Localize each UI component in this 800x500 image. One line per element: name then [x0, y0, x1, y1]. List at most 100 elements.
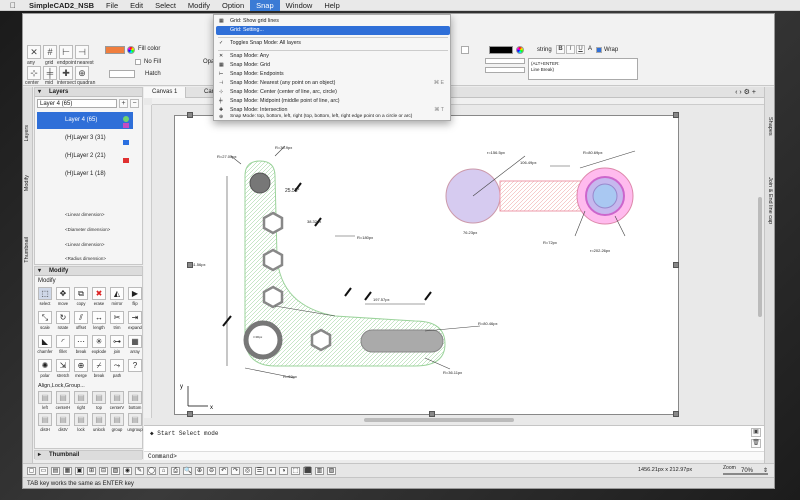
- bottom-tool-icon[interactable]: ⊟: [99, 467, 108, 475]
- tab-modify[interactable]: Modify: [24, 175, 30, 191]
- apple-icon[interactable]: : [0, 0, 23, 11]
- menu-item-snap-grid[interactable]: ▦ Snap Mode: Grid: [216, 61, 450, 70]
- align-centerH-icon[interactable]: ▤: [56, 391, 70, 404]
- layer-sub-item[interactable]: <Linear dimension>: [65, 242, 105, 247]
- resize-handle[interactable]: [187, 112, 193, 118]
- length-tool-icon[interactable]: ↔: [92, 311, 106, 324]
- menu-modify[interactable]: Modify: [182, 0, 216, 11]
- tab-thumbnail[interactable]: Thumbnail: [24, 237, 30, 263]
- resize-handle[interactable]: [187, 411, 193, 417]
- fill-color-swatch[interactable]: [105, 46, 125, 54]
- menu-snap[interactable]: Snap: [250, 0, 280, 11]
- bottom-tool-icon[interactable]: ⌂: [159, 467, 168, 475]
- bottom-tool-icon[interactable]: ▣: [75, 467, 84, 475]
- bottom-tool-icon[interactable]: ⬚: [291, 467, 300, 475]
- select-tool-icon[interactable]: ⬚: [38, 287, 52, 300]
- thumbnail-panel-header[interactable]: ▸ Thumbnail: [35, 451, 142, 460]
- expand-tool-icon[interactable]: ⇥: [128, 311, 142, 324]
- layers-panel-header[interactable]: ▾ Layers: [35, 88, 142, 97]
- add-layer-button[interactable]: +: [119, 99, 128, 108]
- merge-tool-icon[interactable]: ⊕: [74, 359, 88, 372]
- trash-icon[interactable]: 🗑: [751, 439, 761, 448]
- layer-row-3[interactable]: (H)Layer 3 (31): [37, 130, 133, 147]
- bottom-tool-icon[interactable]: ◯: [147, 467, 156, 475]
- menu-item-snap-midpoint[interactable]: ╪ Snap Mode: Midpoint (middle point of li…: [216, 97, 450, 106]
- menu-item-snap-quadrant[interactable]: ⊕ Snap Mode: top, bottom, left, right (to…: [216, 113, 450, 121]
- rotate-tool-icon[interactable]: ↻: [56, 311, 70, 324]
- align-left-icon[interactable]: ▤: [38, 391, 52, 404]
- no-fill-checkbox[interactable]: [135, 59, 141, 65]
- layer-row-2[interactable]: (H)Layer 2 (21): [37, 148, 133, 165]
- resize-handle[interactable]: [673, 411, 679, 417]
- menu-item-grid-setting[interactable]: Grid: Setting...: [216, 26, 450, 35]
- bottom-tool-icon[interactable]: ⊕: [195, 467, 204, 475]
- menu-item-toggle-all-layers[interactable]: ✓ Toggles Snap Mode: All layers: [216, 39, 450, 48]
- bottom-tool-icon[interactable]: ▦: [63, 467, 72, 475]
- join-tool-icon[interactable]: ⊶: [110, 335, 124, 348]
- text-anchor-icon[interactable]: A: [588, 46, 592, 52]
- move-tool-icon[interactable]: ✥: [56, 287, 70, 300]
- bottom-tool-icon[interactable]: ◐: [267, 467, 276, 475]
- align-centerV-icon[interactable]: ▤: [110, 391, 124, 404]
- bottom-tool-icon[interactable]: ✎: [135, 467, 144, 475]
- menu-help[interactable]: Help: [318, 0, 345, 11]
- tab-join-end-line-cap[interactable]: Join & End line cap: [767, 177, 773, 224]
- modify-panel-header[interactable]: ▾ Modify: [35, 267, 142, 276]
- layer-visible-icon[interactable]: [123, 116, 129, 122]
- layer-color-icon[interactable]: [123, 140, 129, 145]
- offset-tool-icon[interactable]: ⫽: [74, 311, 88, 324]
- resize-handle[interactable]: [673, 262, 679, 268]
- tab-layers[interactable]: Layers: [24, 125, 30, 142]
- trim-tool-icon[interactable]: ✂: [110, 311, 124, 324]
- menu-item-snap-nearest[interactable]: ⊣ Snap Mode: Nearest (any point on an obj…: [216, 79, 450, 88]
- erase-tool-icon[interactable]: ✖: [92, 287, 106, 300]
- menu-edit[interactable]: Edit: [124, 0, 149, 11]
- vertical-scrollbar[interactable]: [758, 197, 762, 317]
- text-color-wheel-icon[interactable]: [516, 46, 524, 54]
- align-distV-icon[interactable]: ▤: [56, 413, 70, 426]
- text-align-row-2[interactable]: [485, 67, 525, 73]
- menu-option[interactable]: Option: [216, 0, 250, 11]
- canvas-tab-controls[interactable]: ‹ › ⚙ +: [735, 88, 756, 96]
- path-tool-icon[interactable]: ⤳: [110, 359, 124, 372]
- opacity-field[interactable]: [461, 46, 469, 54]
- align-unlock-icon[interactable]: ▤: [92, 413, 106, 426]
- app-name-menu[interactable]: SimpleCAD2_NSB: [23, 0, 100, 11]
- layer-color-icon[interactable]: [123, 123, 129, 128]
- bottom-tool-icon[interactable]: ◉: [123, 467, 132, 475]
- break-tool-icon[interactable]: ⌿: [92, 359, 106, 372]
- menu-item-snap-endpoints[interactable]: ⊢ Snap Mode: Endpoints: [216, 70, 450, 79]
- layer-row-1[interactable]: (H)Layer 1 (18): [37, 166, 133, 183]
- bottom-tool-icon[interactable]: ▤: [51, 467, 60, 475]
- remove-layer-button[interactable]: −: [130, 99, 139, 108]
- bottom-tool-icon[interactable]: ▭: [39, 467, 48, 475]
- menu-window[interactable]: Window: [280, 0, 319, 11]
- snap-nearest-icon[interactable]: ⊣: [75, 45, 89, 59]
- snap-center-icon[interactable]: ⊹: [27, 66, 41, 80]
- break-tool-icon[interactable]: ⋯: [74, 335, 88, 348]
- menu-file[interactable]: File: [100, 0, 124, 11]
- align-distH-icon[interactable]: ▤: [38, 413, 52, 426]
- menu-select[interactable]: Select: [149, 0, 182, 11]
- layer-sub-item[interactable]: <Linear dimension>: [65, 212, 105, 217]
- drawing-sheet[interactable]: R=27.05px R=30.9px 25.58° 38.32px 481.56…: [174, 115, 679, 415]
- bottom-tool-icon[interactable]: ▢: [27, 467, 36, 475]
- bottom-tool-icon[interactable]: ↷: [231, 467, 240, 475]
- mirror-tool-icon[interactable]: ◭: [110, 287, 124, 300]
- snap-endpoint-icon[interactable]: ⊢: [59, 45, 73, 59]
- bottom-tool-icon[interactable]: ⎙: [171, 467, 180, 475]
- align-group-icon[interactable]: ▤: [110, 413, 124, 426]
- hatch-select[interactable]: [109, 70, 135, 78]
- menu-item-grid-show[interactable]: ▦ Grid: Show grid lines: [216, 17, 450, 26]
- snap-quadrant-icon[interactable]: ⊕: [75, 66, 89, 80]
- text-color-swatch[interactable]: [489, 46, 513, 54]
- layer-sub-item[interactable]: <Diameter dimension>: [65, 227, 110, 232]
- layer-sub-item[interactable]: <Radius dimension>: [65, 256, 106, 261]
- tab-canvas-1[interactable]: Canvas 1: [144, 87, 187, 98]
- text-align-row-1[interactable]: [485, 58, 525, 64]
- bottom-tool-icon[interactable]: 🔍: [183, 467, 192, 475]
- flip-tool-icon[interactable]: ▶: [128, 287, 142, 300]
- italic-button[interactable]: I: [566, 45, 575, 54]
- bottom-tool-icon[interactable]: ⊞: [87, 467, 96, 475]
- bottom-tool-icon[interactable]: ↶: [219, 467, 228, 475]
